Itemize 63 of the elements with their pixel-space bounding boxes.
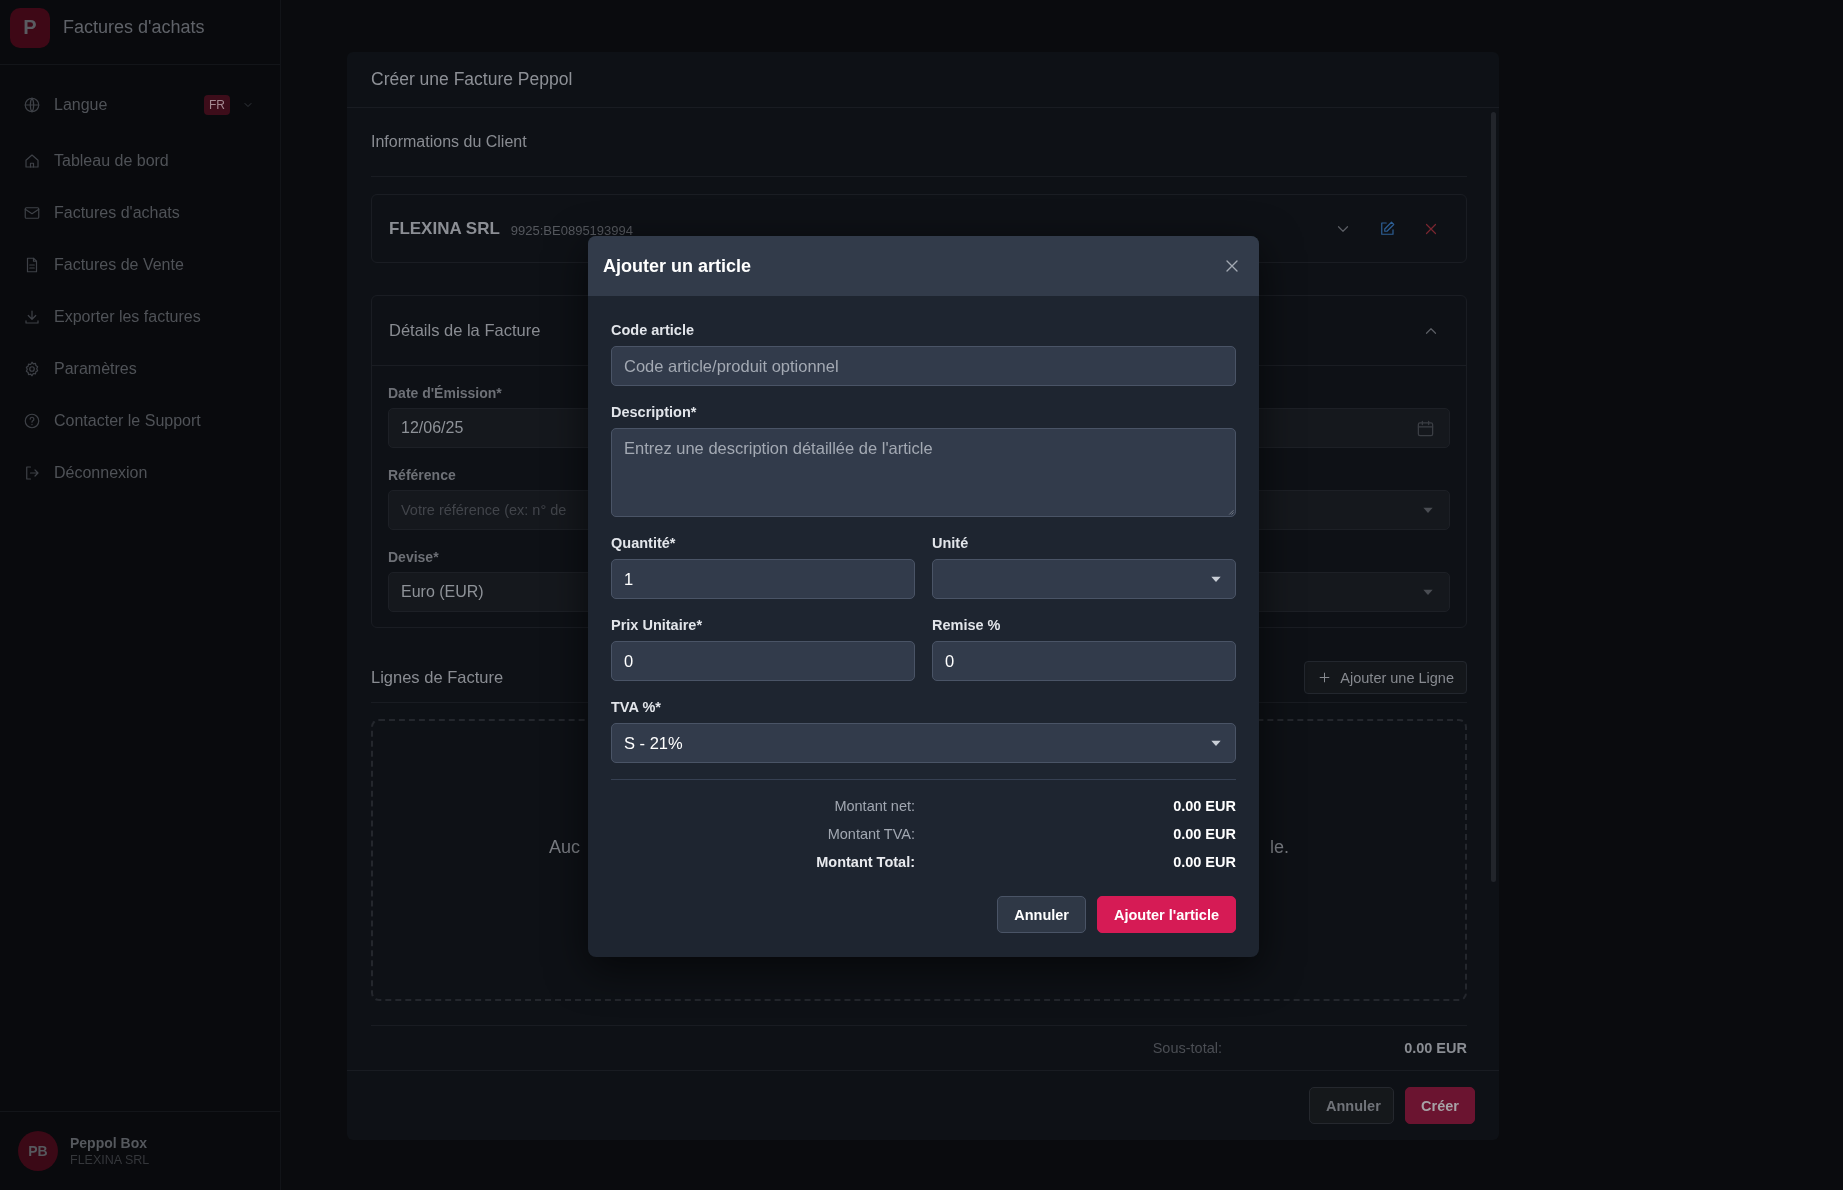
field-label: Remise % — [932, 616, 1002, 634]
select-field[interactable] — [932, 559, 1236, 599]
download-icon — [23, 308, 41, 326]
language-selector[interactable]: Langue FR — [23, 85, 254, 125]
dialog-title: Créer une Facture Peppol — [347, 52, 1499, 108]
input-field[interactable]: Code article/produit optionnel — [611, 346, 1236, 386]
settings-icon — [23, 360, 41, 378]
help-icon — [23, 412, 41, 430]
total-value: 0.00 EUR — [1173, 798, 1236, 814]
client-name: FLEXINA SRL — [389, 218, 500, 239]
field-label: Date d'Émission* — [388, 384, 503, 402]
nav-label: Langue — [54, 96, 108, 114]
total-value: 0.00 EUR — [1173, 854, 1236, 870]
sidebar-item[interactable]: Exporter les factures — [23, 297, 254, 337]
field-label: Description* — [611, 403, 698, 421]
total-label: Montant TVA: — [827, 826, 915, 842]
sidebar-item[interactable]: Factures de Vente — [23, 245, 254, 285]
app-logo: P — [10, 7, 50, 48]
total-label: Montant net: — [834, 798, 915, 814]
section-heading: Informations du Client — [371, 108, 1467, 177]
add-line-button[interactable]: Ajouter une Ligne — [1304, 661, 1467, 694]
text-area[interactable]: Entrez une description détaillée de l'article — [611, 428, 1236, 517]
logout-icon — [23, 464, 41, 482]
sidebar-item[interactable]: Déconnexion — [23, 453, 254, 493]
app-title: Factures d'achats — [63, 17, 205, 38]
section-heading: Détails de la Facture — [389, 321, 541, 340]
language-badge: FR — [204, 95, 230, 115]
input-field[interactable]: 0 — [932, 641, 1236, 681]
mail-icon — [23, 204, 41, 222]
plus-icon — [1317, 670, 1333, 685]
sidebar-item[interactable]: Factures d'achats — [23, 193, 254, 233]
empty-message: Auc — [549, 836, 581, 858]
field-label: Quantité* — [611, 534, 677, 552]
avatar: PB — [18, 1131, 58, 1171]
modal-title: Ajouter un article — [603, 255, 752, 277]
add-item-button[interactable]: Ajouter l'article — [1097, 896, 1236, 933]
empty-message: le. — [1270, 836, 1289, 858]
create-button[interactable]: Créer — [1405, 1087, 1475, 1124]
field-label: Prix Unitaire* — [611, 616, 704, 634]
field-label: Code article — [611, 321, 695, 339]
cancel-button[interactable]: Annuler — [997, 896, 1086, 933]
field-label: Référence — [388, 466, 457, 484]
globe-icon — [23, 96, 41, 114]
total-label: Montant Total: — [816, 854, 915, 870]
client-identifier: 9925:BE0895193994 — [510, 222, 633, 238]
cancel-button[interactable]: Annuler — [1309, 1087, 1394, 1124]
input-field[interactable]: 1 — [611, 559, 915, 599]
field-label: TVA %* — [611, 698, 662, 716]
sidebar-item[interactable]: Paramètres — [23, 349, 254, 389]
edit-icon[interactable] — [1378, 219, 1396, 238]
input-field[interactable]: 0 — [611, 641, 915, 681]
user-name: Peppol Box — [70, 1135, 148, 1151]
field-label: Devise* — [388, 548, 440, 566]
sidebar-item[interactable]: Tableau de bord — [23, 141, 254, 181]
sidebar-item[interactable]: Contacter le Support — [23, 401, 254, 441]
field-label: Unité — [932, 534, 970, 552]
total-value: 0.00 EUR — [1173, 826, 1236, 842]
subtotal-label: Sous-total: — [1152, 1040, 1222, 1056]
home-icon — [23, 152, 41, 170]
section-heading: Lignes de Facture — [371, 667, 504, 688]
subtotal-value: 0.00 EUR — [1403, 1040, 1467, 1056]
select-field[interactable]: S - 21% — [611, 723, 1236, 763]
calendar-icon — [1416, 418, 1435, 438]
